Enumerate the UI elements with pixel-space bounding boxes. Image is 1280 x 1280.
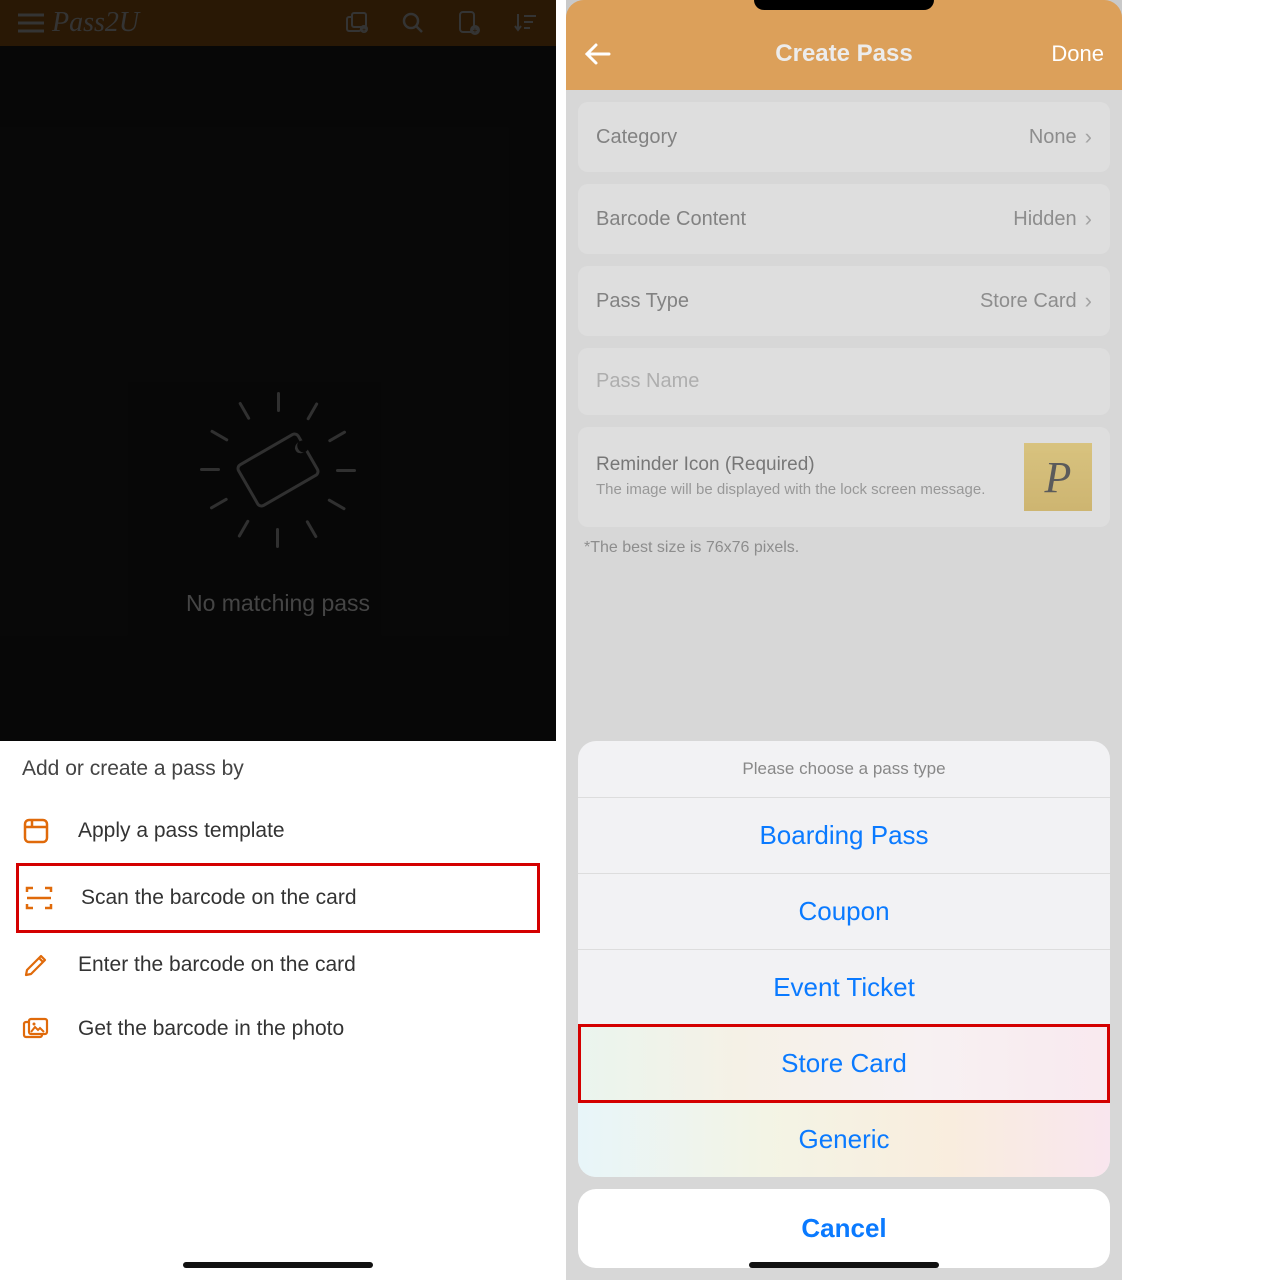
sheet-title: Add or create a pass by (22, 757, 534, 781)
option-boarding-pass[interactable]: Boarding Pass (578, 798, 1110, 874)
notch (754, 0, 934, 10)
action-sheet-options: Please choose a pass type Boarding Pass … (578, 741, 1110, 1177)
row-label: Barcode Content (596, 208, 1013, 231)
cards-icon[interactable]: + (340, 12, 374, 34)
barcode-content-row[interactable]: Barcode Content Hidden › (578, 184, 1110, 254)
cancel-button[interactable]: Cancel (578, 1189, 1110, 1268)
option-store-card[interactable]: Store Card (578, 1026, 1110, 1102)
add-pass-icon[interactable]: + (452, 10, 486, 36)
pencil-icon (22, 951, 50, 979)
photo-barcode-row[interactable]: Get the barcode in the photo (22, 997, 534, 1061)
row-value: None (1029, 126, 1077, 149)
empty-illustration (198, 390, 358, 550)
empty-text: No matching pass (186, 590, 370, 617)
option-generic[interactable]: Generic (578, 1102, 1110, 1177)
reminder-title: Reminder Icon (Required) (596, 454, 1010, 476)
empty-state: No matching pass (0, 390, 556, 617)
reminder-subtitle: The image will be displayed with the loc… (596, 480, 1010, 500)
add-pass-sheet: Add or create a pass by Apply a pass tem… (0, 741, 556, 1101)
menu-icon[interactable] (14, 13, 48, 33)
home-indicator[interactable] (183, 1262, 373, 1268)
svg-text:+: + (473, 26, 478, 35)
row-label: Category (596, 126, 1029, 149)
pass-type-action-sheet: Please choose a pass type Boarding Pass … (578, 741, 1110, 1268)
chevron-right-icon: › (1085, 206, 1092, 232)
template-icon (22, 817, 50, 845)
chevron-right-icon: › (1085, 124, 1092, 150)
enter-barcode-row[interactable]: Enter the barcode on the card (22, 933, 534, 997)
right-screenshot: Create Pass Done Category None › Barcode… (566, 0, 1122, 1280)
back-icon[interactable] (584, 42, 612, 66)
size-hint: *The best size is 76x76 pixels. (578, 535, 1110, 561)
sort-icon[interactable] (508, 12, 542, 34)
category-row[interactable]: Category None › (578, 102, 1110, 172)
placeholder: Pass Name (596, 370, 699, 392)
header-title: Create Pass (566, 40, 1122, 68)
reminder-icon-preview: P (1024, 443, 1092, 511)
row-value: Store Card (980, 290, 1077, 313)
ticket-icon (234, 430, 321, 509)
apply-template-row[interactable]: Apply a pass template (22, 799, 534, 863)
svg-text:+: + (362, 28, 366, 34)
row-label: Get the barcode in the photo (78, 1017, 344, 1041)
left-screenshot: Pass2U + + No matching pa (0, 0, 556, 1280)
pass-name-input[interactable]: Pass Name (578, 348, 1110, 415)
action-sheet-title: Please choose a pass type (578, 741, 1110, 798)
row-label: Apply a pass template (78, 819, 285, 843)
row-value: Hidden (1013, 208, 1076, 231)
left-header: Pass2U + + (0, 0, 556, 46)
left-dark-area: Pass2U + + No matching pa (0, 0, 556, 741)
chevron-right-icon: › (1085, 288, 1092, 314)
create-pass-header: Create Pass Done (566, 18, 1122, 90)
done-button[interactable]: Done (1051, 41, 1104, 67)
app-logo: Pass2U (52, 7, 139, 39)
scan-barcode-row[interactable]: Scan the barcode on the card (16, 863, 540, 933)
reminder-icon-row[interactable]: Reminder Icon (Required) The image will … (578, 427, 1110, 527)
home-indicator[interactable] (749, 1262, 939, 1268)
row-label: Enter the barcode on the card (78, 953, 356, 977)
photo-icon (22, 1015, 50, 1043)
search-icon[interactable] (396, 11, 430, 35)
pass-type-row[interactable]: Pass Type Store Card › (578, 266, 1110, 336)
option-coupon[interactable]: Coupon (578, 874, 1110, 950)
row-label: Scan the barcode on the card (81, 886, 357, 910)
scan-icon (25, 884, 53, 912)
option-event-ticket[interactable]: Event Ticket (578, 950, 1110, 1026)
row-label: Pass Type (596, 290, 980, 313)
